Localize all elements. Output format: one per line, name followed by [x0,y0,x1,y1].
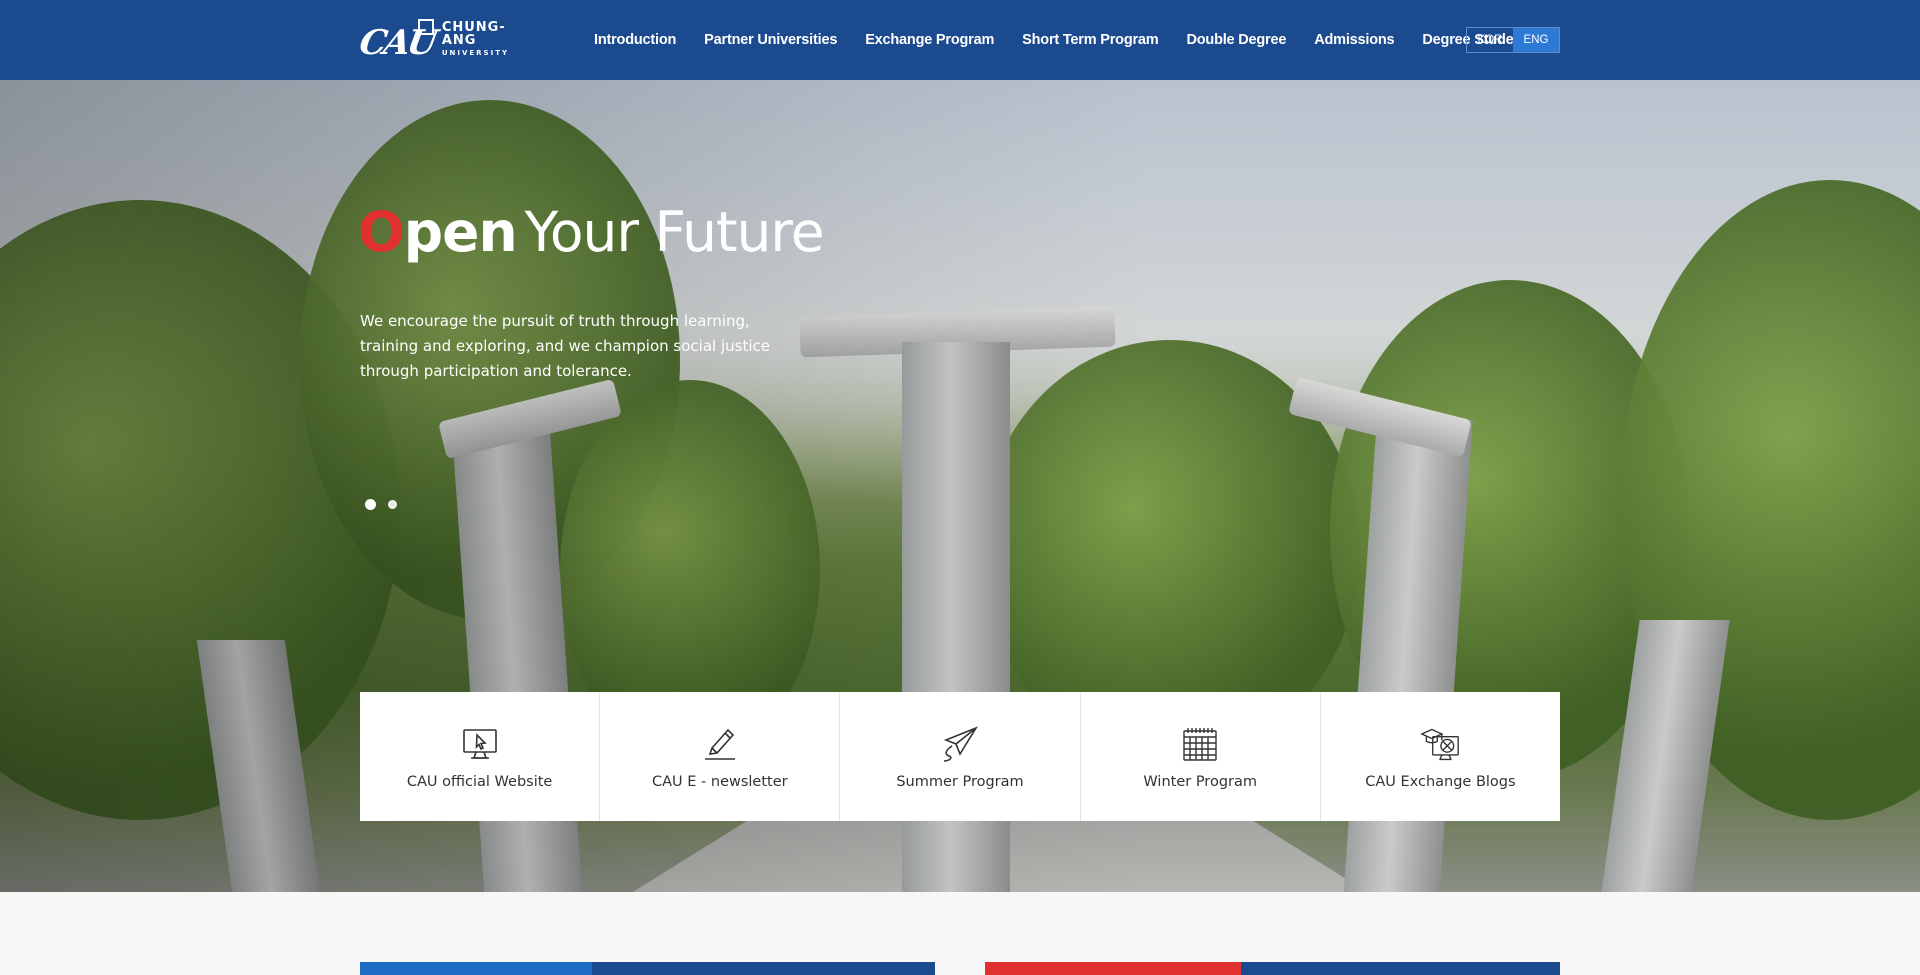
hero-title-light: Your Future [524,200,825,264]
hero-description: We encourage the pursuit of truth throug… [360,312,770,380]
hero-title-bold: pen [403,200,518,264]
notice-tab-left[interactable] [592,962,935,975]
lang-kor-button[interactable]: KOR [1467,28,1513,52]
pencil-icon [704,728,735,760]
quick-link-label: CAU E - newsletter [652,773,788,790]
quick-link-newsletter[interactable]: CAU E - newsletter [600,692,841,821]
quick-link-label: Summer Program [896,773,1024,790]
logo-text: CHUNG-ANG UNIVERSITY [442,21,530,57]
slider-dots [365,499,409,510]
nav-introduction[interactable]: Introduction [594,32,676,48]
main-nav: Introduction Partner Universities Exchan… [594,0,1527,80]
nav-admissions[interactable]: Admissions [1314,32,1394,48]
logo-box [418,19,434,35]
nav-partner-universities[interactable]: Partner Universities [704,32,837,48]
hero-title-first-letter: O [358,200,405,264]
calendar-icon [1183,727,1217,761]
quick-link-winter-program[interactable]: Winter Program [1081,692,1321,821]
nav-short-term-program[interactable]: Short Term Program [1022,32,1159,48]
logo-text-line2: UNIVERSITY [441,49,510,57]
monitor-cursor-icon [462,728,497,759]
quick-link-official-website[interactable]: CAU official Website [360,692,601,821]
cau-logo[interactable]: CAU CHUNG-ANG UNIVERSITY [356,17,530,63]
hero-title: Open Your Future [358,200,825,264]
site-header: CAU CHUNG-ANG UNIVERSITY Introduction Pa… [0,0,1920,80]
quick-link-label: Winter Program [1143,773,1257,790]
graduation-globe-icon [1420,728,1460,760]
nav-double-degree[interactable]: Double Degree [1186,32,1286,48]
slider-dot-1[interactable] [365,499,376,510]
language-switch: KOR ENG [1466,27,1560,53]
quick-link-label: CAU official Website [406,773,553,790]
lang-eng-button[interactable]: ENG [1513,28,1559,52]
paper-plane-icon [943,725,978,762]
notice-tab-right[interactable] [1241,962,1560,975]
quick-link-label: CAU Exchange Blogs [1365,773,1516,790]
logo-text-line1: CHUNG-ANG [441,20,506,48]
quick-link-exchange-blogs[interactable]: CAU Exchange Blogs [1321,692,1560,821]
nav-exchange-program[interactable]: Exchange Program [865,32,994,48]
notice-tab-right-active[interactable] [985,962,1241,975]
logo-mark: CAU [356,17,438,63]
quick-link-summer-program[interactable]: Summer Program [840,692,1081,821]
header-inner: CAU CHUNG-ANG UNIVERSITY Introduction Pa… [356,0,1560,80]
notice-tab-left-active[interactable] [360,962,592,975]
slider-dot-2[interactable] [388,500,397,509]
quick-links: CAU official Website CAU E - newsletter … [360,692,1560,821]
